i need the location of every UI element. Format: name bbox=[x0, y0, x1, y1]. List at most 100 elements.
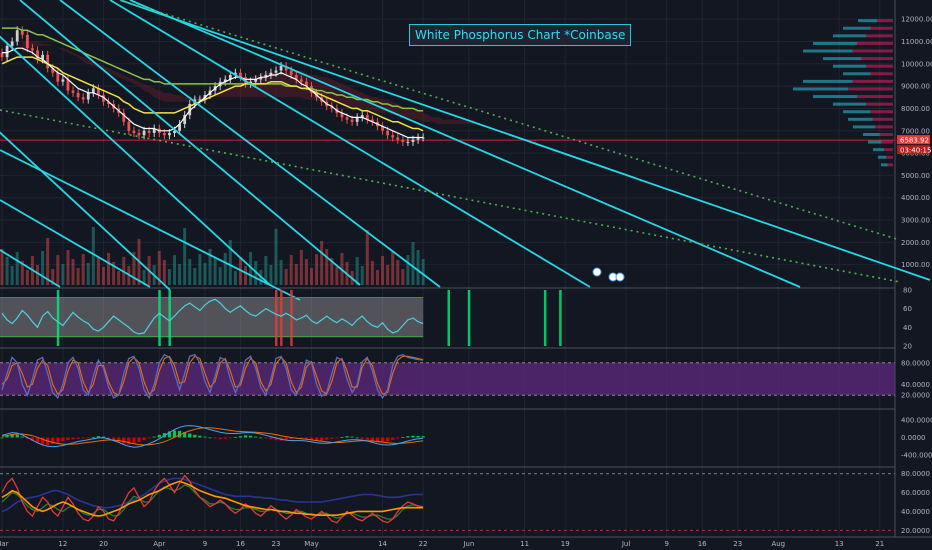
volume-profile-bar-up bbox=[843, 26, 871, 30]
volume-profile-bar-up bbox=[873, 148, 884, 152]
trading-chart[interactable]: 12000.00 11000.00 10000.00 9000.00 8000.00 70… bbox=[0, 0, 932, 550]
volume-profile-bar-down bbox=[877, 19, 893, 23]
oscillator-tick-label: 80.0000 bbox=[901, 470, 930, 478]
macd-histogram-bar bbox=[416, 435, 420, 438]
macd-histogram-bar bbox=[15, 434, 19, 438]
date-tick-label: Apr bbox=[153, 540, 165, 548]
volume-bar bbox=[15, 252, 19, 285]
volume-bar bbox=[5, 257, 9, 285]
volume-bar bbox=[411, 242, 415, 285]
date-tick-label: Jul bbox=[621, 540, 631, 548]
volume-profile-bar-down bbox=[857, 41, 893, 45]
macd-histogram-bar bbox=[56, 437, 60, 443]
candle-body bbox=[31, 48, 34, 51]
macd-histogram-bar bbox=[96, 436, 101, 438]
volume-bar bbox=[365, 230, 369, 285]
candle-body bbox=[5, 45, 9, 58]
volume-profile-bar-up bbox=[813, 41, 857, 45]
volume-profile-bar-up bbox=[823, 57, 862, 61]
volume-bar bbox=[421, 259, 425, 285]
candle-body bbox=[355, 117, 359, 122]
macd-histogram-bar bbox=[20, 436, 24, 438]
macd-histogram-bar bbox=[0, 437, 4, 439]
volume-bar bbox=[406, 255, 410, 285]
volume-bar bbox=[289, 255, 293, 285]
volume-bar bbox=[25, 270, 29, 285]
macd-histogram-bar bbox=[81, 437, 85, 439]
date-tick-label: May bbox=[304, 540, 318, 548]
candle-body bbox=[411, 139, 415, 142]
candle-body bbox=[0, 52, 4, 58]
candle-body bbox=[391, 135, 395, 138]
volume-bar bbox=[269, 265, 273, 285]
volume-bar bbox=[91, 227, 95, 285]
macd-histogram-bar bbox=[406, 436, 410, 438]
rsi-signal-bar bbox=[274, 290, 278, 346]
volume-bar bbox=[188, 259, 192, 285]
volume-bar bbox=[56, 255, 60, 285]
volume-profile-bar-up bbox=[833, 64, 866, 68]
volume-bar bbox=[10, 266, 14, 285]
candle-body bbox=[76, 92, 80, 98]
countdown-label: 03:40:15 bbox=[900, 147, 931, 155]
volume-bar bbox=[0, 249, 4, 285]
oscillator-tick-label: 60.0000 bbox=[901, 489, 930, 497]
volume-profile-bar-up bbox=[803, 49, 853, 53]
macd-histogram-bar bbox=[254, 436, 258, 438]
macd-histogram-bar bbox=[320, 437, 324, 441]
rsi-signal-bar bbox=[56, 290, 60, 346]
macd-histogram-bar bbox=[137, 437, 141, 442]
volume-profile-bar-down bbox=[884, 148, 893, 152]
rsi-signal-bar bbox=[158, 290, 161, 346]
macd-histogram-bar bbox=[386, 437, 390, 442]
volume-bar bbox=[304, 259, 308, 285]
date-tick-label: Aug bbox=[771, 540, 785, 548]
candle-body bbox=[274, 70, 278, 73]
volume-profile-bar-down bbox=[870, 110, 893, 114]
volume-bar bbox=[198, 254, 202, 285]
volume-profile-bar-down bbox=[879, 132, 893, 136]
macd-histogram-bar bbox=[76, 437, 80, 439]
volume-profile-bar-down bbox=[886, 155, 893, 159]
candle-body bbox=[162, 132, 166, 136]
date-tick-label: 16 bbox=[698, 540, 707, 548]
rsi-signal-bar bbox=[290, 290, 293, 346]
oscillator-tick-label: 20.0000 bbox=[901, 527, 930, 535]
volume-profile-bar-down bbox=[861, 57, 893, 61]
volume-profile-bar-up bbox=[843, 72, 871, 76]
event-marker-icon[interactable] bbox=[592, 267, 602, 277]
volume-bar bbox=[203, 263, 207, 285]
rsi-signal-bar bbox=[280, 290, 283, 346]
macd-histogram-bar bbox=[411, 435, 415, 438]
price-tick-label: 4000.00 bbox=[901, 194, 930, 202]
volume-bar bbox=[96, 258, 100, 285]
macd-histogram-bar bbox=[101, 436, 106, 438]
volume-profile-bar-up bbox=[833, 34, 866, 38]
volume-profile-bar-down bbox=[875, 125, 893, 129]
macd-histogram-bar bbox=[147, 437, 151, 439]
macd-histogram-bar bbox=[91, 437, 95, 438]
macd-histogram-bar bbox=[243, 435, 248, 438]
volume-profile-bar-down bbox=[852, 49, 893, 53]
oscillator-tick-label: 40.0000 bbox=[901, 508, 930, 516]
candle-body bbox=[127, 121, 131, 131]
candle-body bbox=[350, 119, 354, 122]
volume-bar bbox=[81, 254, 85, 285]
volume-bar bbox=[391, 251, 395, 285]
event-marker-icon[interactable] bbox=[615, 272, 625, 282]
volume-bar bbox=[315, 254, 319, 285]
volume-bar bbox=[66, 250, 70, 285]
candle-body bbox=[147, 130, 151, 133]
volume-bar bbox=[61, 264, 65, 285]
volume-profile-bar-up bbox=[858, 19, 878, 23]
date-tick-label: 16 bbox=[236, 540, 245, 548]
macd-tick-label: -400.0000 bbox=[901, 452, 932, 460]
volume-bar bbox=[396, 260, 400, 285]
macd-histogram-bar bbox=[391, 437, 395, 440]
volume-bar bbox=[416, 250, 420, 285]
volume-bar bbox=[86, 263, 90, 285]
macd-tick-label: 0.0000 bbox=[901, 434, 926, 442]
price-tick-label: 5000.00 bbox=[901, 172, 930, 180]
candle-body bbox=[25, 34, 29, 49]
macd-histogram-bar bbox=[188, 433, 192, 438]
